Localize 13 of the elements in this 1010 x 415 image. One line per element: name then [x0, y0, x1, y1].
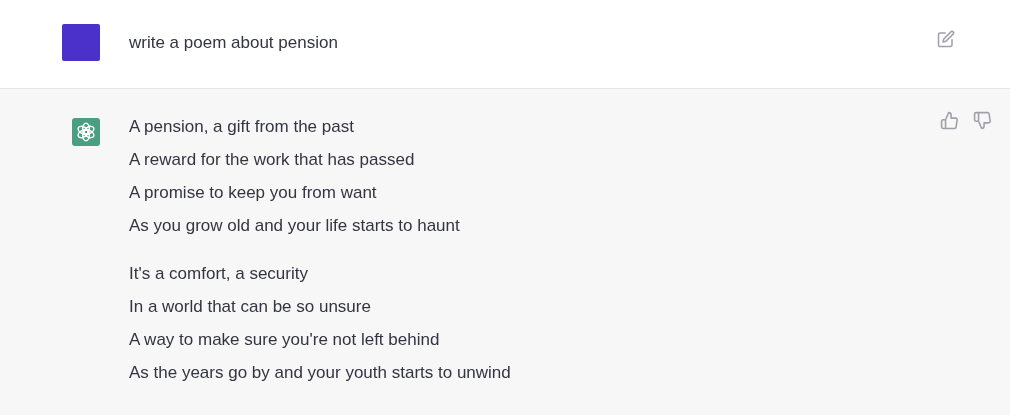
poem-line: A promise to keep you from want	[129, 182, 378, 204]
poem-line: A way to make sure you're not left behind	[129, 329, 441, 351]
poem-line: As the years go by and your youth starts to unwind	[129, 362, 512, 384]
poem-line: It's a comfort, a security	[129, 263, 309, 285]
poem-line: In a world that can be so unsure	[129, 296, 372, 318]
thumbs-down-button[interactable]	[973, 111, 992, 130]
edit-button[interactable]	[937, 30, 955, 48]
prompt-text: write a poem about pension	[129, 32, 339, 54]
user-avatar	[62, 24, 100, 61]
poem-line: As you grow old and your life starts to haunt	[129, 215, 461, 237]
poem-line: A reward for the work that has passed	[129, 149, 416, 171]
thumbs-up-button[interactable]	[940, 111, 959, 130]
poem-line: A pension, a gift from the past	[129, 116, 355, 138]
